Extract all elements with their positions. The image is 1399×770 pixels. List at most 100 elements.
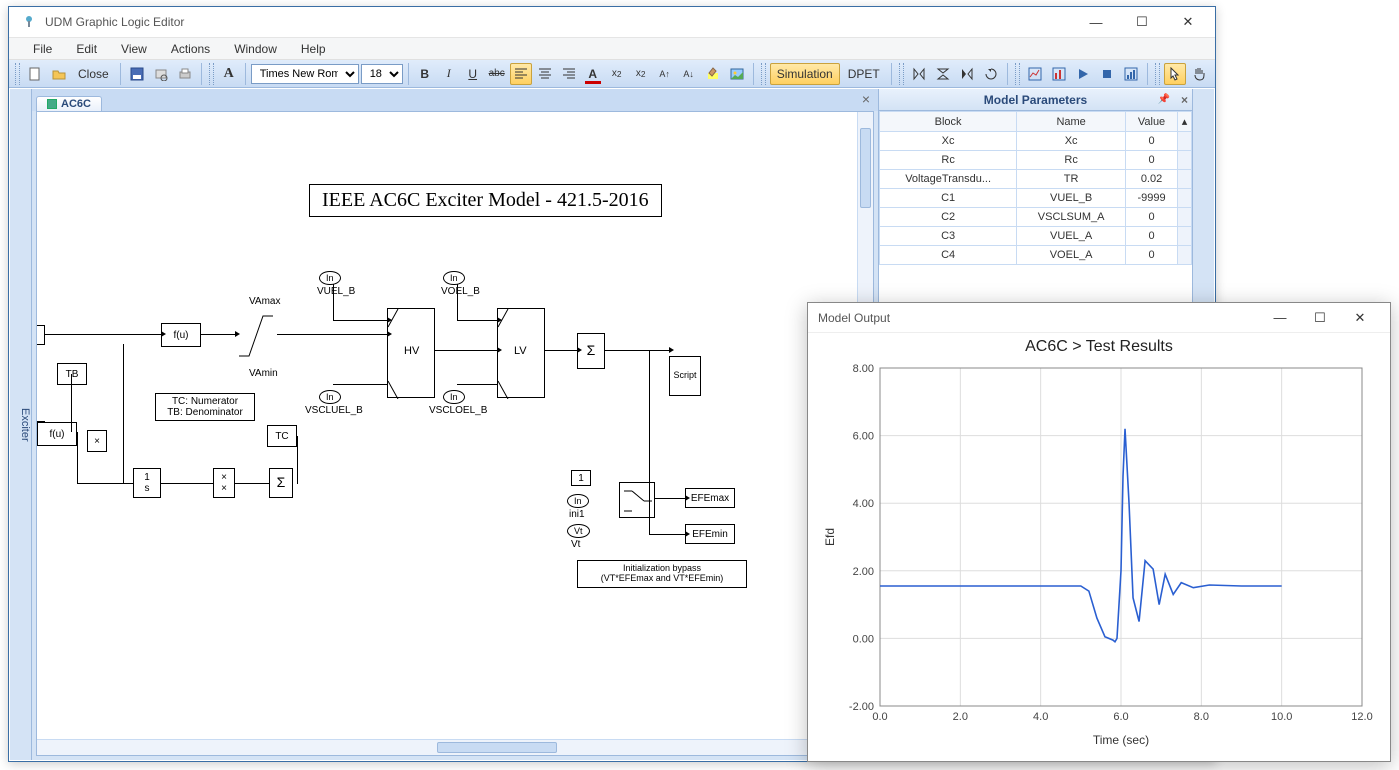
toolbar-grip-2[interactable] bbox=[209, 63, 214, 85]
subscript-icon[interactable]: x2 bbox=[606, 63, 628, 85]
pointer-icon[interactable] bbox=[1164, 63, 1186, 85]
pan-icon[interactable] bbox=[1188, 63, 1210, 85]
menu-help[interactable]: Help bbox=[289, 40, 338, 58]
highlight-icon[interactable] bbox=[702, 63, 724, 85]
chart1-icon[interactable] bbox=[1024, 63, 1046, 85]
table-cell[interactable]: 0 bbox=[1126, 208, 1178, 227]
col-value[interactable]: Value bbox=[1126, 112, 1178, 132]
doc-tab-ac6c[interactable]: AC6C bbox=[36, 96, 102, 111]
table-cell[interactable]: Rc bbox=[880, 151, 1017, 170]
close-button[interactable]: ✕ bbox=[1165, 7, 1211, 38]
menu-view[interactable]: View bbox=[109, 40, 159, 58]
table-cell[interactable]: VOEL_A bbox=[1017, 246, 1126, 265]
titlebar[interactable]: UDM Graphic Logic Editor — ☐ ✕ bbox=[9, 7, 1215, 38]
flip-v-icon[interactable] bbox=[932, 63, 954, 85]
minimize-button[interactable]: — bbox=[1073, 7, 1119, 38]
new-icon[interactable] bbox=[24, 63, 46, 85]
toolbar-grip-5[interactable] bbox=[1015, 63, 1020, 85]
block-integrator[interactable]: 1 s bbox=[133, 468, 161, 498]
toolbar-grip-6[interactable] bbox=[1155, 63, 1160, 85]
output-minimize-button[interactable]: — bbox=[1260, 302, 1300, 333]
font-size-select[interactable]: 18 bbox=[361, 64, 403, 84]
doc-tab-close-icon[interactable]: × bbox=[858, 91, 874, 107]
output-maximize-button[interactable]: ☐ bbox=[1300, 302, 1340, 333]
table-cell[interactable]: Xc bbox=[1017, 132, 1126, 151]
table-row[interactable]: VoltageTransdu...TR0.02 bbox=[880, 170, 1192, 189]
table-row[interactable]: C2VSCLSUM_A0 bbox=[880, 208, 1192, 227]
toolbar-grip-3[interactable] bbox=[761, 63, 766, 85]
table-row[interactable]: RcRc0 bbox=[880, 151, 1192, 170]
table-cell[interactable]: Rc bbox=[1017, 151, 1126, 170]
canvas[interactable]: IEEE AC6C Exciter Model - 421.5-2016 In … bbox=[36, 111, 874, 756]
table-cell[interactable]: VSCLSUM_A bbox=[1017, 208, 1126, 227]
scrollbar-horizontal[interactable] bbox=[37, 739, 857, 755]
table-cell[interactable]: 0 bbox=[1126, 246, 1178, 265]
table-row[interactable]: C3VUEL_A0 bbox=[880, 227, 1192, 246]
pin-icon[interactable]: 📌 bbox=[1158, 94, 1170, 105]
block-lv[interactable]: LV bbox=[497, 308, 545, 398]
align-right-icon[interactable] bbox=[558, 63, 580, 85]
block-efemin[interactable]: EFEmin bbox=[685, 524, 735, 544]
table-row[interactable]: XcXc0 bbox=[880, 132, 1192, 151]
table-row[interactable]: C4VOEL_A0 bbox=[880, 246, 1192, 265]
align-center-icon[interactable] bbox=[534, 63, 556, 85]
table-cell[interactable]: VUEL_A bbox=[1017, 227, 1126, 246]
toolbar-grip-4[interactable] bbox=[899, 63, 904, 85]
align-left-icon[interactable] bbox=[510, 63, 532, 85]
insert-image-icon[interactable] bbox=[726, 63, 748, 85]
close-doc-button[interactable]: Close bbox=[72, 63, 115, 85]
table-cell[interactable]: C1 bbox=[880, 189, 1017, 208]
block-tc[interactable]: TC bbox=[267, 425, 297, 447]
table-cell[interactable]: C3 bbox=[880, 227, 1017, 246]
block-efemax[interactable]: EFEmax bbox=[685, 488, 735, 508]
menu-edit[interactable]: Edit bbox=[64, 40, 109, 58]
block-hv[interactable]: HV bbox=[387, 308, 435, 398]
table-cell[interactable]: VUEL_B bbox=[1017, 189, 1126, 208]
dpet-button[interactable]: DPET bbox=[842, 63, 886, 85]
table-cell[interactable]: 0.02 bbox=[1126, 170, 1178, 189]
font-label-icon[interactable]: A bbox=[218, 63, 240, 85]
table-cell[interactable]: 0 bbox=[1126, 227, 1178, 246]
menu-actions[interactable]: Actions bbox=[159, 40, 222, 58]
col-block[interactable]: Block bbox=[880, 112, 1017, 132]
flip-h-icon[interactable] bbox=[908, 63, 930, 85]
block-sum1[interactable]: Σ bbox=[269, 468, 293, 498]
play-icon[interactable] bbox=[1072, 63, 1094, 85]
block-mult2[interactable]: × bbox=[87, 430, 107, 452]
italic-icon[interactable]: I bbox=[438, 63, 460, 85]
panel-close-icon[interactable]: × bbox=[1181, 93, 1188, 107]
panel-title[interactable]: Model Parameters 📌 × bbox=[879, 89, 1192, 111]
block-fu[interactable]: f(u) bbox=[161, 323, 201, 347]
block-script[interactable]: Script bbox=[669, 356, 701, 396]
increase-font-icon[interactable]: A↑ bbox=[654, 63, 676, 85]
print-icon[interactable] bbox=[174, 63, 196, 85]
underline-icon[interactable]: U bbox=[462, 63, 484, 85]
model-output-window[interactable]: Model Output — ☐ ✕ AC6C > Test Results 0… bbox=[807, 302, 1391, 762]
table-cell[interactable]: Xc bbox=[880, 132, 1017, 151]
block-mult1[interactable]: ×× bbox=[213, 468, 235, 498]
save-icon[interactable] bbox=[126, 63, 148, 85]
menu-file[interactable]: File bbox=[21, 40, 64, 58]
simulation-button[interactable]: Simulation bbox=[770, 63, 840, 85]
output-titlebar[interactable]: Model Output — ☐ ✕ bbox=[808, 303, 1390, 333]
superscript-icon[interactable]: x2 bbox=[630, 63, 652, 85]
block-one[interactable]: 1 bbox=[571, 470, 591, 486]
font-family-select[interactable]: Times New Roman bbox=[251, 64, 359, 84]
scroll-thumb-h[interactable] bbox=[437, 742, 557, 753]
table-cell[interactable]: VoltageTransdu... bbox=[880, 170, 1017, 189]
output-close-button[interactable]: ✕ bbox=[1340, 302, 1380, 333]
table-cell[interactable]: -9999 bbox=[1126, 189, 1178, 208]
results-icon[interactable] bbox=[1120, 63, 1142, 85]
open-icon[interactable] bbox=[48, 63, 70, 85]
strikethrough-icon[interactable]: abc bbox=[486, 63, 508, 85]
table-cell[interactable]: 0 bbox=[1126, 132, 1178, 151]
maximize-button[interactable]: ☐ bbox=[1119, 7, 1165, 38]
table-row[interactable]: C1VUEL_B-9999 bbox=[880, 189, 1192, 208]
font-color-icon[interactable]: A bbox=[582, 63, 604, 85]
table-cell[interactable]: TR bbox=[1017, 170, 1126, 189]
side-tab-exciter[interactable]: Exciter bbox=[10, 89, 32, 760]
block-input-top[interactable] bbox=[36, 325, 45, 345]
toolbar-grip[interactable] bbox=[15, 63, 20, 85]
rotate-icon[interactable] bbox=[980, 63, 1002, 85]
stop-icon[interactable] bbox=[1096, 63, 1118, 85]
